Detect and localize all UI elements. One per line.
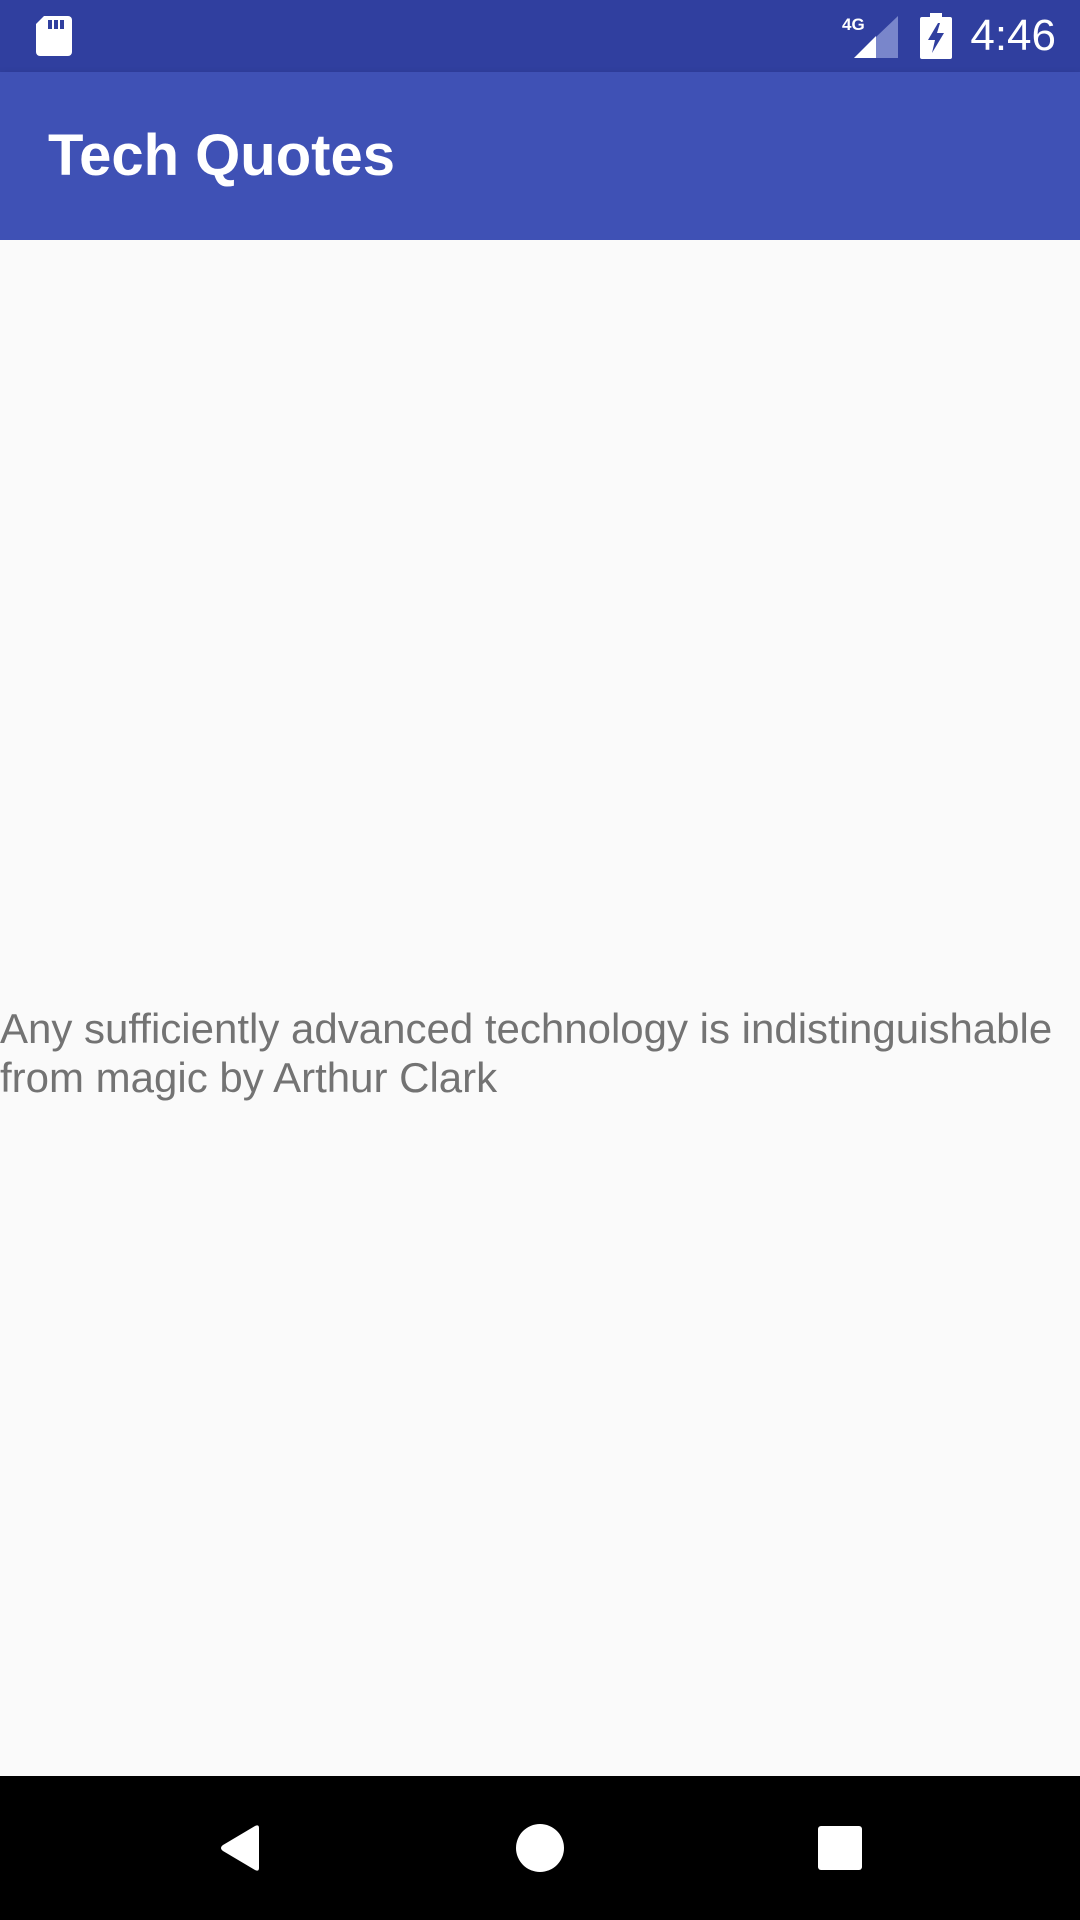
status-bar: 4G 4:46 bbox=[0, 0, 1080, 72]
quote-text: Any sufficiently advanced technology is … bbox=[0, 1005, 1053, 1101]
home-icon bbox=[516, 1824, 564, 1872]
network-type-label: 4G bbox=[842, 15, 865, 34]
main-content: Any sufficiently advanced technology is … bbox=[0, 240, 1080, 1776]
battery-charging-icon bbox=[920, 13, 952, 59]
status-clock: 4:46 bbox=[970, 11, 1056, 60]
app-bar: Tech Quotes bbox=[0, 72, 1080, 240]
back-icon bbox=[221, 1825, 259, 1871]
navigation-bar bbox=[0, 1776, 1080, 1920]
recents-button[interactable] bbox=[804, 1812, 876, 1884]
home-button[interactable] bbox=[504, 1812, 576, 1884]
app-title: Tech Quotes bbox=[48, 123, 395, 188]
sd-card-icon bbox=[36, 16, 72, 56]
recents-icon bbox=[818, 1826, 862, 1870]
signal-4g-icon: 4G bbox=[842, 14, 900, 58]
back-button[interactable] bbox=[204, 1812, 276, 1884]
